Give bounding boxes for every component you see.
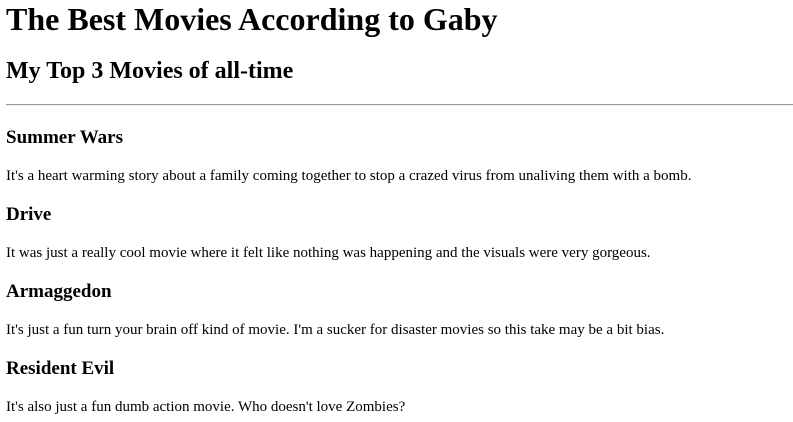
movie-title: Armaggedon: [6, 281, 112, 302]
page-title: The Best Movies According to Gaby: [6, 1, 498, 37]
page-subtitle: My Top 3 Movies of all-time: [6, 58, 294, 84]
movie-item: Armaggedon It's just a fun turn your bra…: [6, 281, 793, 339]
divider: [6, 104, 793, 106]
movie-item: Resident Evil It's also just a fun dumb …: [6, 358, 793, 416]
movie-title: Resident Evil: [6, 358, 115, 379]
movie-description: It was just a really cool movie where it…: [6, 245, 651, 261]
movie-description: It's also just a fun dumb action movie. …: [6, 399, 406, 415]
movie-description: It's a heart warming story about a famil…: [6, 168, 692, 184]
movie-title: Summer Wars: [6, 127, 123, 148]
movie-item: Drive It was just a really cool movie wh…: [6, 204, 793, 262]
movie-item: Summer Wars It's a heart warming story a…: [6, 127, 793, 185]
movie-description: It's just a fun turn your brain off kind…: [6, 322, 665, 338]
movie-title: Drive: [6, 204, 52, 225]
movie-list: Summer Wars It's a heart warming story a…: [6, 127, 793, 416]
